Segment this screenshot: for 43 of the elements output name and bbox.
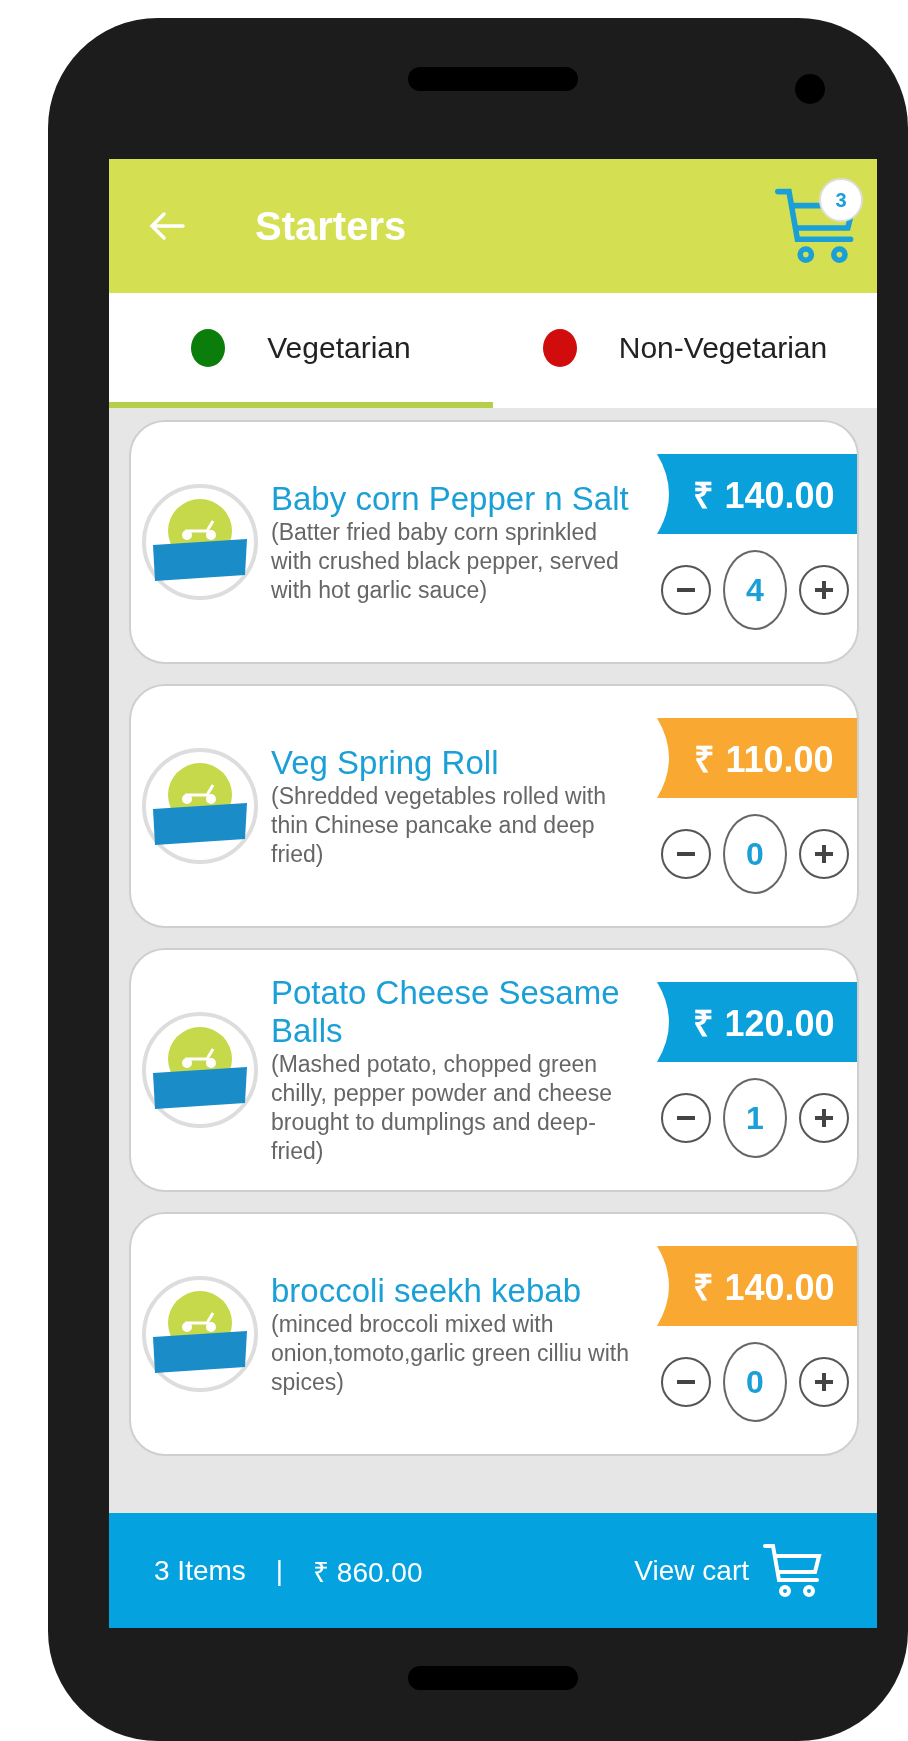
decrease-button[interactable] xyxy=(661,565,711,615)
plus-icon xyxy=(815,1373,833,1391)
cart-count-badge: 3 xyxy=(819,178,863,222)
item-description: (minced broccoli mixed with onion,tomoto,garlic green cilliu with spices) xyxy=(271,1309,630,1397)
item-name: Potato Cheese Sesame Balls xyxy=(271,974,621,1050)
plus-icon xyxy=(815,581,833,599)
item-description: (Mashed potato, chopped green chilly, pepper powder and cheese brought to dumplings and deep-fried) xyxy=(271,1050,613,1166)
cart-icon xyxy=(763,1542,823,1599)
item-name: Veg Spring Roll xyxy=(271,743,500,782)
increase-button[interactable] xyxy=(799,1357,849,1407)
decrease-button[interactable] xyxy=(661,829,711,879)
item-description: (Batter fried baby corn sprinkled with crushed black pepper, served with hot garlic sauce) xyxy=(271,517,620,605)
increase-button[interactable] xyxy=(799,829,849,879)
tab-label: Vegetarian xyxy=(267,330,411,365)
category-tab[interactable]: Non-Vegetarian xyxy=(493,293,877,408)
separator: | xyxy=(275,1554,284,1587)
increase-button[interactable] xyxy=(799,565,849,615)
plus-icon xyxy=(815,1109,833,1127)
quantity-value: 4 xyxy=(723,550,787,630)
category-tab[interactable]: Vegetarian xyxy=(109,293,493,408)
item-description: (Shredded vegetables rolled with thin Chinese pancake and deep fried) xyxy=(271,781,607,869)
plus-icon xyxy=(815,845,833,863)
item-name: Baby corn Pepper n Salt xyxy=(271,479,630,518)
cart-total: ₹ 860.00 xyxy=(313,1555,423,1590)
minus-icon xyxy=(677,1116,695,1120)
decrease-button[interactable] xyxy=(661,1093,711,1143)
quantity-value: 0 xyxy=(723,1342,787,1422)
phone-camera xyxy=(795,74,825,104)
decrease-button[interactable] xyxy=(661,1357,711,1407)
item-count: 3 Items xyxy=(154,1554,246,1587)
page-title: Starters xyxy=(255,203,408,249)
minus-icon xyxy=(677,588,695,592)
item-name: broccoli seekh kebab xyxy=(271,1271,583,1310)
quantity-value: 1 xyxy=(723,1078,787,1158)
minus-icon xyxy=(677,852,695,856)
increase-button[interactable] xyxy=(799,1093,849,1143)
price-tag: ₹ 110.00 xyxy=(657,718,857,798)
price-tag: ₹ 140.00 xyxy=(657,1246,857,1326)
tab-label: Non-Vegetarian xyxy=(618,330,828,365)
minus-icon xyxy=(677,1380,695,1384)
price-tag: ₹ 120.00 xyxy=(657,982,857,1062)
price-tag: ₹ 140.00 xyxy=(657,454,857,534)
quantity-value: 0 xyxy=(723,814,787,894)
